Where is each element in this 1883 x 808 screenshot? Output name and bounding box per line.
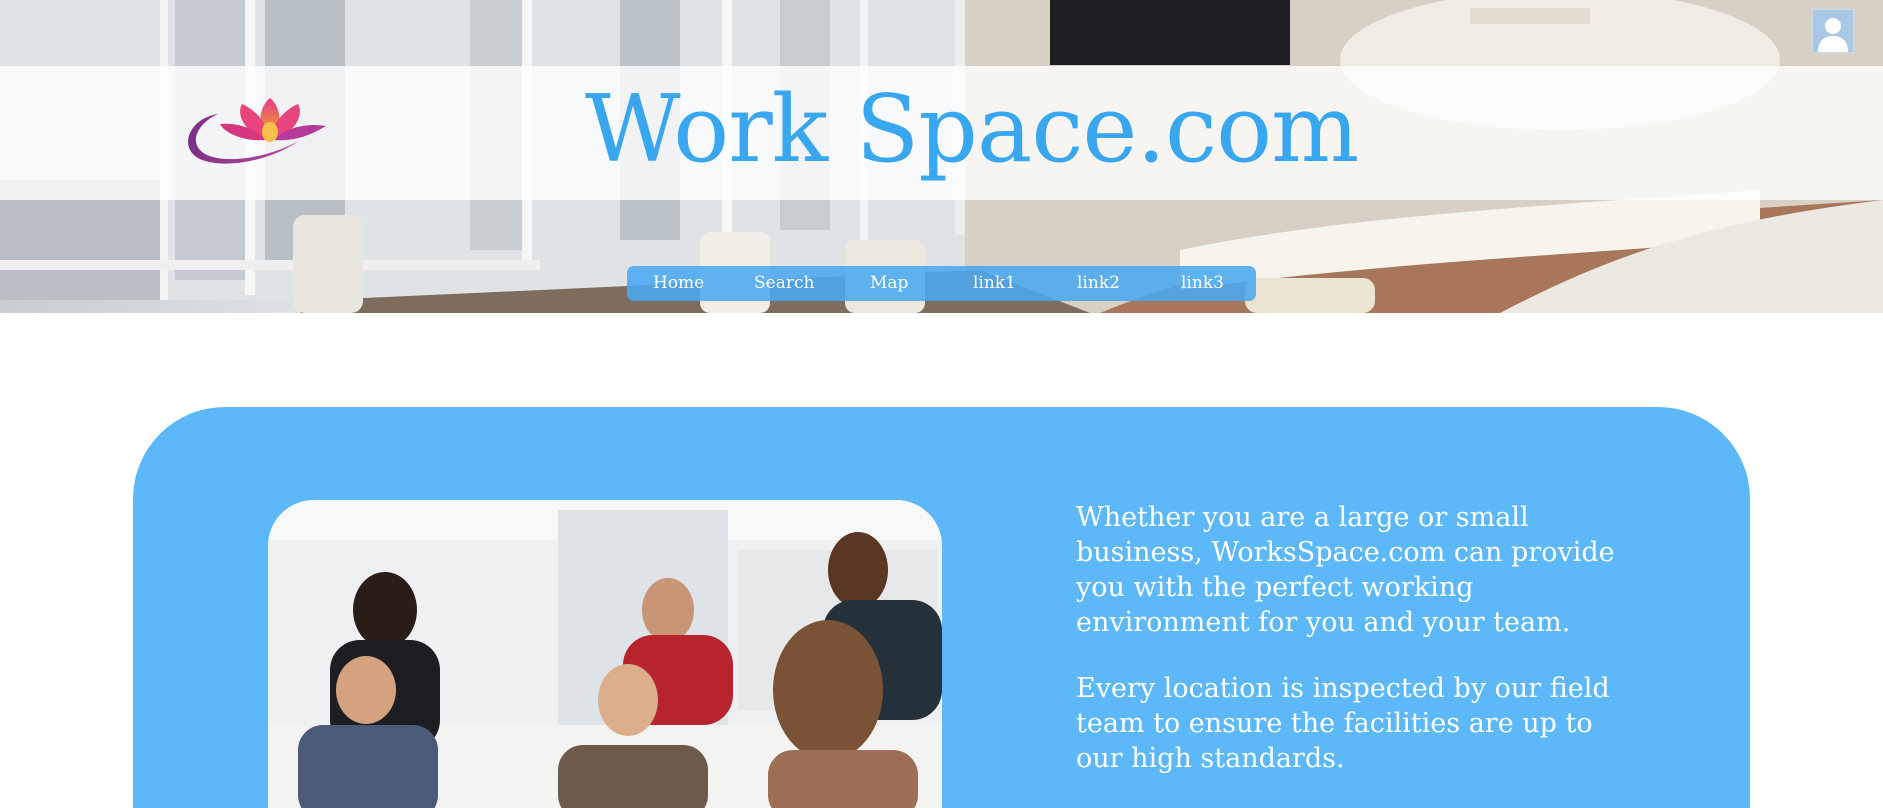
intro-paragraph-2: Every location is inspected by our field…: [1076, 673, 1610, 774]
main-navigation: Home Search Map link1 link2 link3: [627, 266, 1256, 301]
nav-link1[interactable]: link1: [973, 273, 1016, 293]
team-meeting-photo: [268, 500, 942, 808]
user-avatar-icon: [1818, 18, 1848, 52]
lotus-logo-icon[interactable]: [180, 96, 330, 178]
nav-search[interactable]: Search: [754, 273, 814, 293]
site-title[interactable]: Work Space.com: [585, 74, 1359, 184]
nav-link2[interactable]: link2: [1077, 273, 1120, 293]
intro-paragraph-1: Whether you are a large or small busines…: [1076, 502, 1615, 638]
hero-banner: Work Space.com Home Search Map link1 lin…: [0, 0, 1883, 313]
nav-home[interactable]: Home: [653, 273, 704, 293]
nav-link3[interactable]: link3: [1181, 273, 1224, 293]
nav-map[interactable]: Map: [870, 273, 908, 293]
account-button[interactable]: [1812, 9, 1854, 53]
intro-copy: Whether you are a large or small busines…: [1076, 500, 1636, 807]
